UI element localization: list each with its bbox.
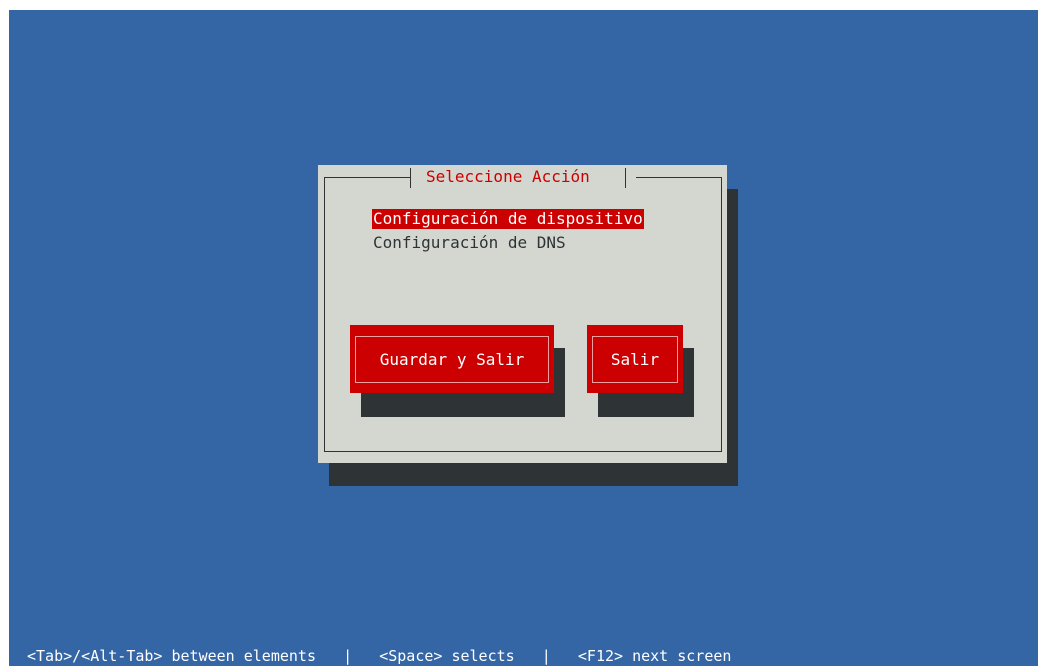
save-exit-button-label: Guardar y Salir	[355, 336, 549, 383]
footer-hints: <Tab>/<Alt-Tab> between elements | <Spac…	[27, 646, 731, 666]
footer-separator: |	[541, 647, 551, 665]
menu-item-dns-config[interactable]: Configuración de DNS	[372, 233, 567, 253]
title-divider-right	[625, 168, 626, 188]
title-divider-left	[410, 168, 411, 188]
menu-item-device-config[interactable]: Configuración de dispositivo	[372, 209, 644, 229]
dialog-title: Seleccione Acción	[426, 167, 590, 186]
exit-button-label: Salir	[592, 336, 678, 383]
exit-button[interactable]: Salir	[587, 325, 683, 393]
footer-hint-space: <Space> selects	[379, 647, 515, 665]
footer-separator: |	[343, 647, 353, 665]
footer-hint-tab: <Tab>/<Alt-Tab> between elements	[27, 647, 316, 665]
save-exit-button[interactable]: Guardar y Salir	[350, 325, 554, 393]
footer-hint-f12: <F12> next screen	[577, 647, 732, 665]
